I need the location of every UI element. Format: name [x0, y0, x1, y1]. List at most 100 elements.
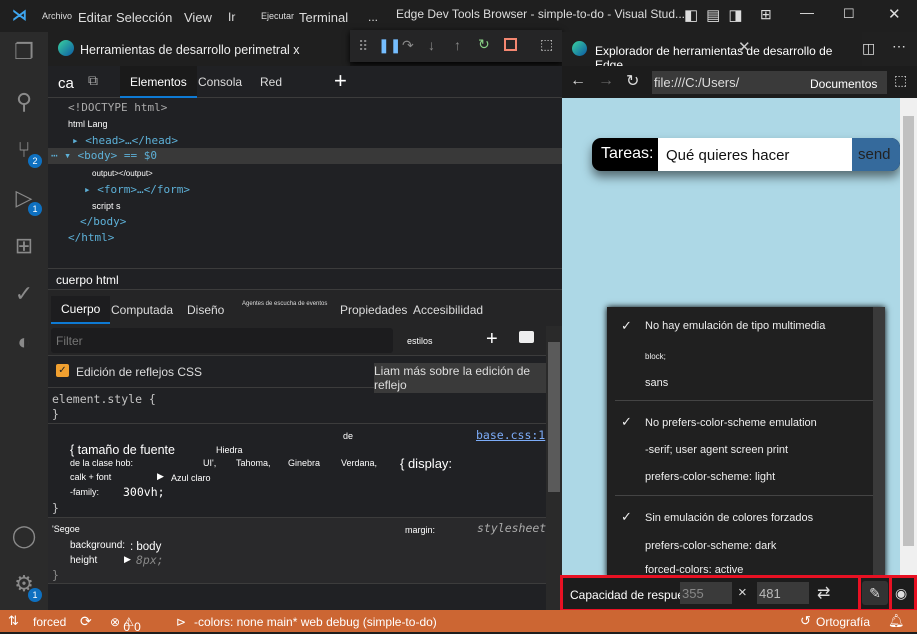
menu-item[interactable]: block; — [645, 352, 666, 361]
testing-icon[interactable]: ✓ — [10, 280, 38, 308]
close-button[interactable]: ✕ — [888, 5, 901, 23]
dom-node[interactable]: ▸ <head>…</head> — [72, 134, 178, 147]
sync-icon[interactable]: ⟳ — [80, 613, 92, 630]
text: background: — [70, 540, 125, 551]
toggle-sidebar-icon[interactable] — [519, 331, 534, 343]
dom-node[interactable]: output></output> — [92, 169, 153, 178]
editor-tab[interactable]: Herramientas de desarrollo perimetral x — [48, 32, 350, 66]
tab-cuerpo[interactable]: Cuerpo — [51, 296, 110, 324]
expand-icon[interactable]: ▶ — [124, 554, 131, 565]
dom-node-selected[interactable]: ⋯ ▾ <body> == $0 — [48, 148, 562, 164]
activity-bar: ❐ ⚲ ⑂2 ▷1 ⊞ ✓ ◐ ◯ ⚙1 — [0, 32, 48, 610]
tab-event-listeners[interactable]: Agentes de escucha de eventos — [242, 301, 327, 307]
customize-layout-icon[interactable]: ⊞ — [760, 6, 772, 23]
styles-filter-input[interactable] — [51, 328, 393, 353]
status-forced[interactable]: forced — [33, 615, 66, 629]
menu-ejecutar[interactable]: Ejecutar — [261, 11, 294, 21]
restart-icon[interactable]: ↻ — [478, 36, 490, 53]
menu-item[interactable]: No hay emulación de tipo multimedia — [645, 320, 825, 332]
breadcrumb[interactable]: cuerpo html — [56, 273, 119, 287]
css-mirror-checkbox[interactable]: ✓ — [56, 364, 69, 377]
back-button[interactable]: ← — [570, 72, 586, 90]
more-actions-icon[interactable]: ⋯ — [892, 38, 906, 55]
menu-item[interactable]: Sin emulación de colores forzados — [645, 512, 813, 524]
status-spelling[interactable]: Ortografía — [816, 615, 870, 629]
menu-item[interactable]: -serif; user agent screen print — [645, 444, 788, 456]
menu-seleccion[interactable]: Selección — [116, 10, 172, 25]
tab-diseno[interactable]: Diseño — [187, 303, 224, 317]
dom-node[interactable]: <!DOCTYPE html> — [68, 101, 167, 114]
step-over-icon[interactable]: ↷ — [402, 37, 414, 54]
tab-propiedades[interactable]: Propiedades — [340, 303, 407, 317]
step-into-icon[interactable]: ↓ — [428, 37, 435, 53]
tab-consola[interactable]: Consola — [198, 75, 242, 89]
page-scrollbar[interactable] — [900, 98, 917, 578]
split-editor-icon[interactable]: ◫ — [862, 40, 875, 57]
inspect-screencast-icon[interactable]: ⬚ — [894, 72, 907, 89]
menu-archivo[interactable]: Archivo — [42, 11, 72, 21]
title-bar: ⋊ Archivo Editar Selección View Ir Ejecu… — [0, 0, 917, 32]
dom-node-text: <form>…</form> — [97, 183, 190, 196]
element-style-selector[interactable]: element.style { — [52, 392, 156, 406]
notifications-bell-icon[interactable]: 🔔︎ — [888, 613, 905, 629]
menu-item[interactable]: sans — [645, 377, 668, 389]
dom-node[interactable]: </body> — [80, 215, 126, 228]
edge-icon[interactable]: ◐ — [10, 328, 38, 356]
styles-scrollbar[interactable] — [546, 326, 562, 610]
reload-button[interactable]: ↻ — [626, 71, 639, 91]
close-tab-icon[interactable]: ✕ — [738, 38, 751, 56]
device-emulation-icon[interactable]: ⧉ — [88, 72, 98, 89]
remote-icon[interactable]: ⇅ — [8, 613, 19, 629]
tab-red[interactable]: Red — [260, 75, 282, 89]
inspect-icon[interactable]: ⬚ — [540, 36, 553, 53]
pause-icon[interactable]: ❚❚ — [378, 37, 401, 54]
run-debug-icon[interactable]: ▷1 — [10, 184, 38, 212]
close-brace: } — [52, 568, 59, 582]
badge: 1 — [28, 588, 42, 602]
drag-handle-icon[interactable]: ⠿ — [358, 38, 368, 55]
todo-input[interactable]: Qué quieres hacer — [658, 138, 852, 171]
menu-terminal[interactable]: Terminal — [299, 10, 348, 25]
dom-node[interactable]: script s — [92, 201, 121, 211]
settings-gear-icon[interactable]: ⚙1 — [10, 570, 38, 598]
source-link[interactable]: base.css:1 — [476, 428, 545, 442]
browser-tab[interactable]: Explorador de herramientas de desarrollo… — [562, 32, 862, 66]
menu-item[interactable]: prefers-color-scheme: light — [645, 471, 775, 483]
color-swatch-expand-icon[interactable]: ▶ — [157, 471, 164, 482]
layout-icons[interactable]: ◧▤◨ — [684, 6, 751, 24]
menu-item[interactable]: prefers-color-scheme: dark — [645, 540, 776, 552]
forward-button[interactable]: → — [598, 72, 614, 90]
account-icon[interactable]: ◯ — [10, 522, 38, 550]
menu-ir[interactable]: Ir — [228, 10, 235, 24]
new-style-rule-button[interactable]: + — [486, 328, 498, 351]
edge-logo-icon — [58, 40, 74, 56]
minimize-button[interactable]: — — [800, 4, 814, 20]
maximize-button[interactable]: ☐ — [843, 6, 855, 22]
menu-view[interactable]: View — [184, 10, 212, 25]
tab-elementos[interactable]: Elementos — [120, 66, 197, 98]
step-out-icon[interactable]: ↑ — [454, 37, 461, 53]
dom-node[interactable]: ▸ <form>…</form> — [84, 183, 190, 196]
tab-accesibilidad[interactable]: Accesibilidad — [413, 303, 483, 317]
add-tab-button[interactable]: + — [334, 68, 347, 94]
send-button[interactable]: send — [852, 138, 900, 171]
dom-tree: <!DOCTYPE html> html Lang ▸ <head>…</hea… — [48, 98, 562, 268]
extensions-icon[interactable]: ⊞ — [10, 232, 38, 260]
menu-more[interactable]: ... — [368, 10, 378, 24]
problems-indicator[interactable]: ⊗ 0 ⚠ 0 — [110, 615, 134, 629]
search-icon[interactable]: ⚲ — [10, 88, 38, 116]
stop-icon[interactable] — [504, 38, 517, 51]
address-bar[interactable]: file:///C:/Users/ Documentos — [652, 71, 887, 94]
menu-item[interactable]: No prefers-color-scheme emulation — [645, 417, 817, 429]
text: de la clase hob: — [70, 458, 133, 468]
menu-editar[interactable]: Editar — [78, 10, 112, 25]
check-icon: ✓ — [621, 318, 632, 334]
source-control-icon[interactable]: ⑂2 — [10, 136, 38, 164]
text: UI', — [203, 458, 216, 468]
tab-computada[interactable]: Computada — [111, 303, 173, 317]
explorer-icon[interactable]: ❐ — [10, 38, 38, 66]
dom-node[interactable]: html Lang — [68, 119, 108, 129]
status-branch[interactable]: -colors: none main* web debug (simple-to… — [194, 615, 437, 629]
text: de — [343, 431, 353, 441]
dom-node[interactable]: </html> — [68, 231, 114, 244]
